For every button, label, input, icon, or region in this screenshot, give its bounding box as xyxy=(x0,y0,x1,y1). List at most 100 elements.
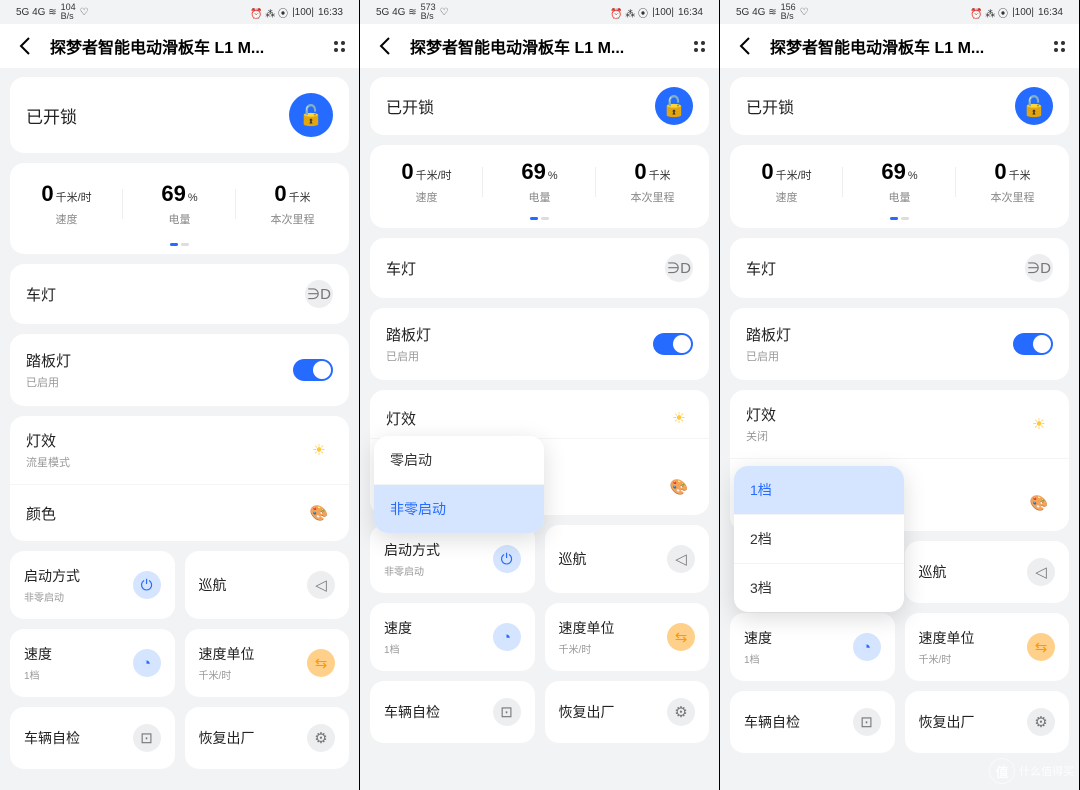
gauge-icon: ◔ xyxy=(493,623,521,651)
row-headlight[interactable]: 车灯∋D xyxy=(730,238,1069,298)
menu-icon[interactable] xyxy=(1054,41,1065,52)
back-icon[interactable] xyxy=(374,34,398,58)
decklight-toggle[interactable] xyxy=(293,359,333,381)
status-bar: 5G 4G ≋ 104B/s ♡ ⏰ ⁂ ⦿ |100| 16:33 xyxy=(0,0,359,24)
headlight-icon: ∋D xyxy=(305,280,333,308)
status-bar: 5G 4G ≋156B/s♡ ⏰ ⁂ ⦿|100|16:34 xyxy=(720,0,1079,24)
gauge-icon: ◔ xyxy=(133,649,161,677)
page-title: 探梦者智能电动滑板车 L1 M... xyxy=(50,34,322,58)
inspect-icon: ⊡ xyxy=(133,724,161,752)
decklight-toggle[interactable] xyxy=(1013,333,1053,355)
nav-bar: 探梦者智能电动滑板车 L1 M... xyxy=(0,24,359,68)
popup-item-nonzero-start[interactable]: 非零启动 xyxy=(374,485,544,533)
nav-icon: ◁ xyxy=(1027,558,1055,586)
sun-icon: ☀ xyxy=(305,436,333,464)
stat-battery: 69%电量 xyxy=(123,181,236,227)
row-decklight[interactable]: 踏板灯已启用 xyxy=(10,334,349,406)
watermark-text: 什么值得买 xyxy=(1019,763,1074,779)
card-diagnostic[interactable]: 车辆自检⊡ xyxy=(10,707,175,769)
pager xyxy=(10,243,349,254)
card-speed-unit[interactable]: 速度单位千米/时⇆ xyxy=(905,613,1070,681)
nav-icon: ◁ xyxy=(307,571,335,599)
row-headlight[interactable]: 车灯∋D xyxy=(370,238,709,298)
card-factory-reset[interactable]: 恢复出厂⚙ xyxy=(185,707,350,769)
status-bar: 5G 4G ≋573B/s♡ ⏰ ⁂ ⦿|100|16:34 xyxy=(360,0,719,24)
back-icon[interactable] xyxy=(14,34,38,58)
lock-button[interactable]: 🔓 xyxy=(289,93,333,137)
swap-icon: ⇆ xyxy=(1027,633,1055,661)
card-factory-reset[interactable]: 恢复出厂⚙ xyxy=(545,681,710,743)
gauge-icon: ◔ xyxy=(853,633,881,661)
gear-icon: ⚙ xyxy=(667,698,695,726)
page-title: 探梦者智能电动滑板车 L1 M... xyxy=(410,34,682,58)
menu-icon[interactable] xyxy=(334,41,345,52)
inspect-icon: ⊡ xyxy=(493,698,521,726)
menu-icon[interactable] xyxy=(694,41,705,52)
net-speed: 104B/s xyxy=(61,3,76,21)
unlock-icon: 🔓 xyxy=(1022,94,1047,119)
palette-icon: 🎨 xyxy=(1025,489,1053,517)
back-icon[interactable] xyxy=(734,34,758,58)
swap-icon: ⇆ xyxy=(307,649,335,677)
heart-icon: ♡ xyxy=(80,7,89,18)
row-light-effect[interactable]: 灯效流星模式 ☀ xyxy=(10,416,349,484)
card-speed[interactable]: 速度1档◔ xyxy=(10,629,175,697)
stats-card[interactable]: 0千米/时速度 69%电量 0千米本次里程 xyxy=(730,145,1069,228)
nav-bar: 探梦者智能电动滑板车 L1 M... xyxy=(720,24,1079,68)
sun-icon: ☀ xyxy=(1025,410,1053,438)
lock-button[interactable]: 🔓 xyxy=(1015,87,1053,125)
stats-card[interactable]: 0千米/时速度 69%电量 0千米本次里程 xyxy=(10,163,349,254)
card-speed[interactable]: 速度1档◔ xyxy=(370,603,535,671)
screenshot-2: 5G 4G ≋573B/s♡ ⏰ ⁂ ⦿|100|16:34 探梦者智能电动滑板… xyxy=(360,0,719,790)
gear-icon: ⚙ xyxy=(307,724,335,752)
row-color[interactable]: 颜色 🎨 xyxy=(10,484,349,541)
row-headlight[interactable]: 车灯 ∋D xyxy=(10,264,349,324)
row-decklight[interactable]: 踏板灯已启用 xyxy=(730,308,1069,380)
unlock-icon: 🔓 xyxy=(662,94,687,119)
gear-icon: ⚙ xyxy=(1027,708,1055,736)
row-light-effect[interactable]: 灯效关闭☀ xyxy=(730,390,1069,458)
power-icon: ⏻ xyxy=(493,545,521,573)
lock-card[interactable]: 已开锁 🔓 xyxy=(10,77,349,153)
watermark-icon: 值 xyxy=(989,758,1015,784)
network-icons: 5G 4G ≋ xyxy=(16,7,57,18)
stat-speed: 0千米/时速度 xyxy=(10,181,123,227)
card-diagnostic[interactable]: 车辆自检⊡ xyxy=(730,691,895,753)
inspect-icon: ⊡ xyxy=(853,708,881,736)
palette-icon: 🎨 xyxy=(305,499,333,527)
headlight-icon: ∋D xyxy=(665,254,693,282)
headlight-icon: ∋D xyxy=(1025,254,1053,282)
card-start-mode[interactable]: 启动方式非零启动⏻ xyxy=(10,551,175,619)
popup-item-gear-2[interactable]: 2档 xyxy=(734,515,904,564)
swap-icon: ⇆ xyxy=(667,623,695,651)
watermark: 值 什么值得买 xyxy=(989,758,1074,784)
screenshot-3: 5G 4G ≋156B/s♡ ⏰ ⁂ ⦿|100|16:34 探梦者智能电动滑板… xyxy=(720,0,1079,790)
popup-item-zero-start[interactable]: 零启动 xyxy=(374,436,544,485)
card-start-mode[interactable]: 启动方式非零启动⏻ xyxy=(370,525,535,593)
card-cruise[interactable]: 巡航◁ xyxy=(905,541,1070,603)
popup-item-gear-1[interactable]: 1档 xyxy=(734,466,904,515)
nav-bar: 探梦者智能电动滑板车 L1 M... xyxy=(360,24,719,68)
power-icon: ⏻ xyxy=(133,571,161,599)
card-diagnostic[interactable]: 车辆自检⊡ xyxy=(370,681,535,743)
row-decklight[interactable]: 踏板灯已启用 xyxy=(370,308,709,380)
card-factory-reset[interactable]: 恢复出厂⚙ xyxy=(905,691,1070,753)
speed-gear-popup: 1档 2档 3档 xyxy=(734,466,904,612)
card-cruise[interactable]: 巡航◁ xyxy=(545,525,710,593)
decklight-toggle[interactable] xyxy=(653,333,693,355)
card-cruise[interactable]: 巡航◁ xyxy=(185,551,350,619)
card-speed-unit[interactable]: 速度单位千米/时⇆ xyxy=(545,603,710,671)
row-light-effect[interactable]: 灯效☀ xyxy=(370,390,709,438)
unlock-icon: 🔓 xyxy=(299,103,324,128)
lock-button[interactable]: 🔓 xyxy=(655,87,693,125)
card-speed[interactable]: 速度1档◔ xyxy=(730,613,895,681)
lock-card[interactable]: 已开锁 🔓 xyxy=(370,77,709,135)
palette-icon: 🎨 xyxy=(665,473,693,501)
card-speed-unit[interactable]: 速度单位千米/时⇆ xyxy=(185,629,350,697)
sun-icon: ☀ xyxy=(665,404,693,432)
popup-item-gear-3[interactable]: 3档 xyxy=(734,564,904,612)
lock-card[interactable]: 已开锁 🔓 xyxy=(730,77,1069,135)
lock-label: 已开锁 xyxy=(26,103,77,128)
stats-card[interactable]: 0千米/时速度 69%电量 0千米本次里程 xyxy=(370,145,709,228)
start-mode-popup: 零启动 非零启动 xyxy=(374,436,544,533)
